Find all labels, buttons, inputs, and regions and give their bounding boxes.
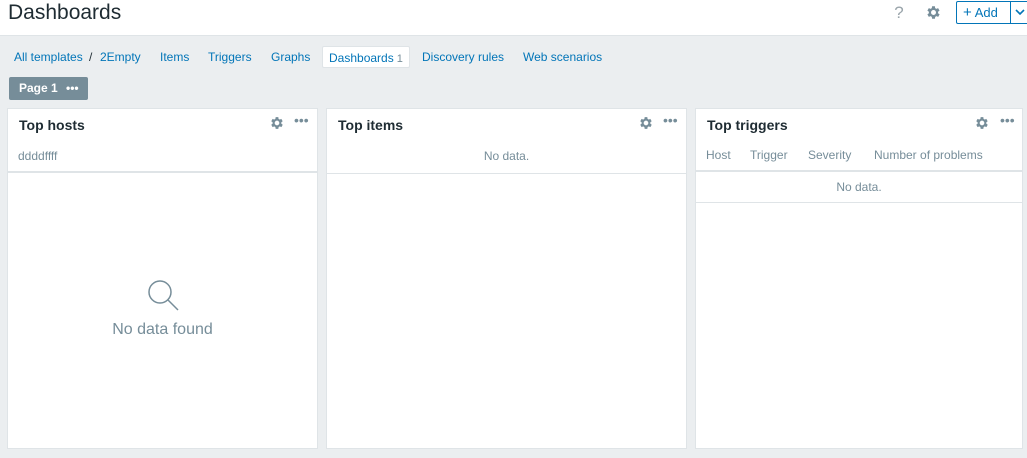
gear-icon[interactable] [638, 115, 654, 131]
add-button[interactable]: + Add [956, 1, 1011, 24]
no-data-text: No data. [483, 149, 530, 163]
widget-title: Top triggers [707, 117, 788, 133]
widget-title: Top hosts [19, 117, 85, 133]
page-tab-menu-icon[interactable]: ••• [66, 77, 79, 100]
tab-items[interactable]: Items [160, 46, 189, 68]
tab-dashboards-count: 1 [396, 53, 403, 65]
column-header-number-of-problems[interactable]: Number of problems [874, 148, 983, 162]
tab-dashboards-label: Dashboards [329, 51, 394, 65]
widget-subtitle: ddddffff [18, 149, 58, 163]
search-icon [148, 280, 179, 311]
widget-top-triggers: Top triggers ••• Host Trigger Severity N… [695, 108, 1023, 449]
plus-icon: + [963, 4, 972, 21]
gear-icon[interactable] [925, 4, 942, 21]
page-title: Dashboards [8, 1, 122, 24]
add-dropdown-button[interactable] [1010, 1, 1027, 24]
divider [8, 171, 317, 173]
widget-menu-icon[interactable]: ••• [1000, 112, 1015, 128]
page-header: Dashboards ? + Add [0, 0, 1027, 36]
widget-title: Top items [338, 117, 404, 133]
help-icon[interactable]: ? [891, 3, 907, 23]
column-header-severity[interactable]: Severity [808, 148, 851, 162]
divider [696, 170, 1022, 172]
breadcrumb-separator: / [89, 50, 93, 64]
widget-top-hosts: Top hosts ••• ddddffff No data found [7, 108, 318, 449]
widget-top-items: Top items ••• No data. [326, 108, 687, 449]
tab-dashboards[interactable]: Dashboards 1 [322, 46, 410, 68]
chevron-down-icon [1015, 9, 1025, 16]
empty-state-text: No data found [112, 321, 213, 338]
tab-discovery-rules[interactable]: Discovery rules [422, 46, 504, 68]
tab-graphs[interactable]: Graphs [271, 46, 310, 68]
add-button-label: Add [974, 5, 998, 20]
tab-triggers[interactable]: Triggers [208, 46, 252, 68]
breadcrumb-template[interactable]: 2Empty [100, 46, 141, 68]
no-data-text: No data. [836, 180, 882, 194]
column-header-trigger[interactable]: Trigger [750, 148, 788, 162]
breadcrumb-all-templates[interactable]: All templates [14, 46, 83, 68]
column-header-host[interactable]: Host [706, 148, 731, 162]
page-tab-label: Page 1 [19, 81, 58, 95]
widget-menu-icon[interactable]: ••• [294, 112, 309, 128]
page-tab[interactable]: Page 1 ••• [9, 77, 88, 100]
tab-web-scenarios[interactable]: Web scenarios [523, 46, 602, 68]
gear-icon[interactable] [974, 115, 990, 131]
gear-icon[interactable] [269, 115, 285, 131]
divider [327, 173, 686, 174]
widget-menu-icon[interactable]: ••• [663, 112, 678, 128]
divider [696, 202, 1022, 203]
